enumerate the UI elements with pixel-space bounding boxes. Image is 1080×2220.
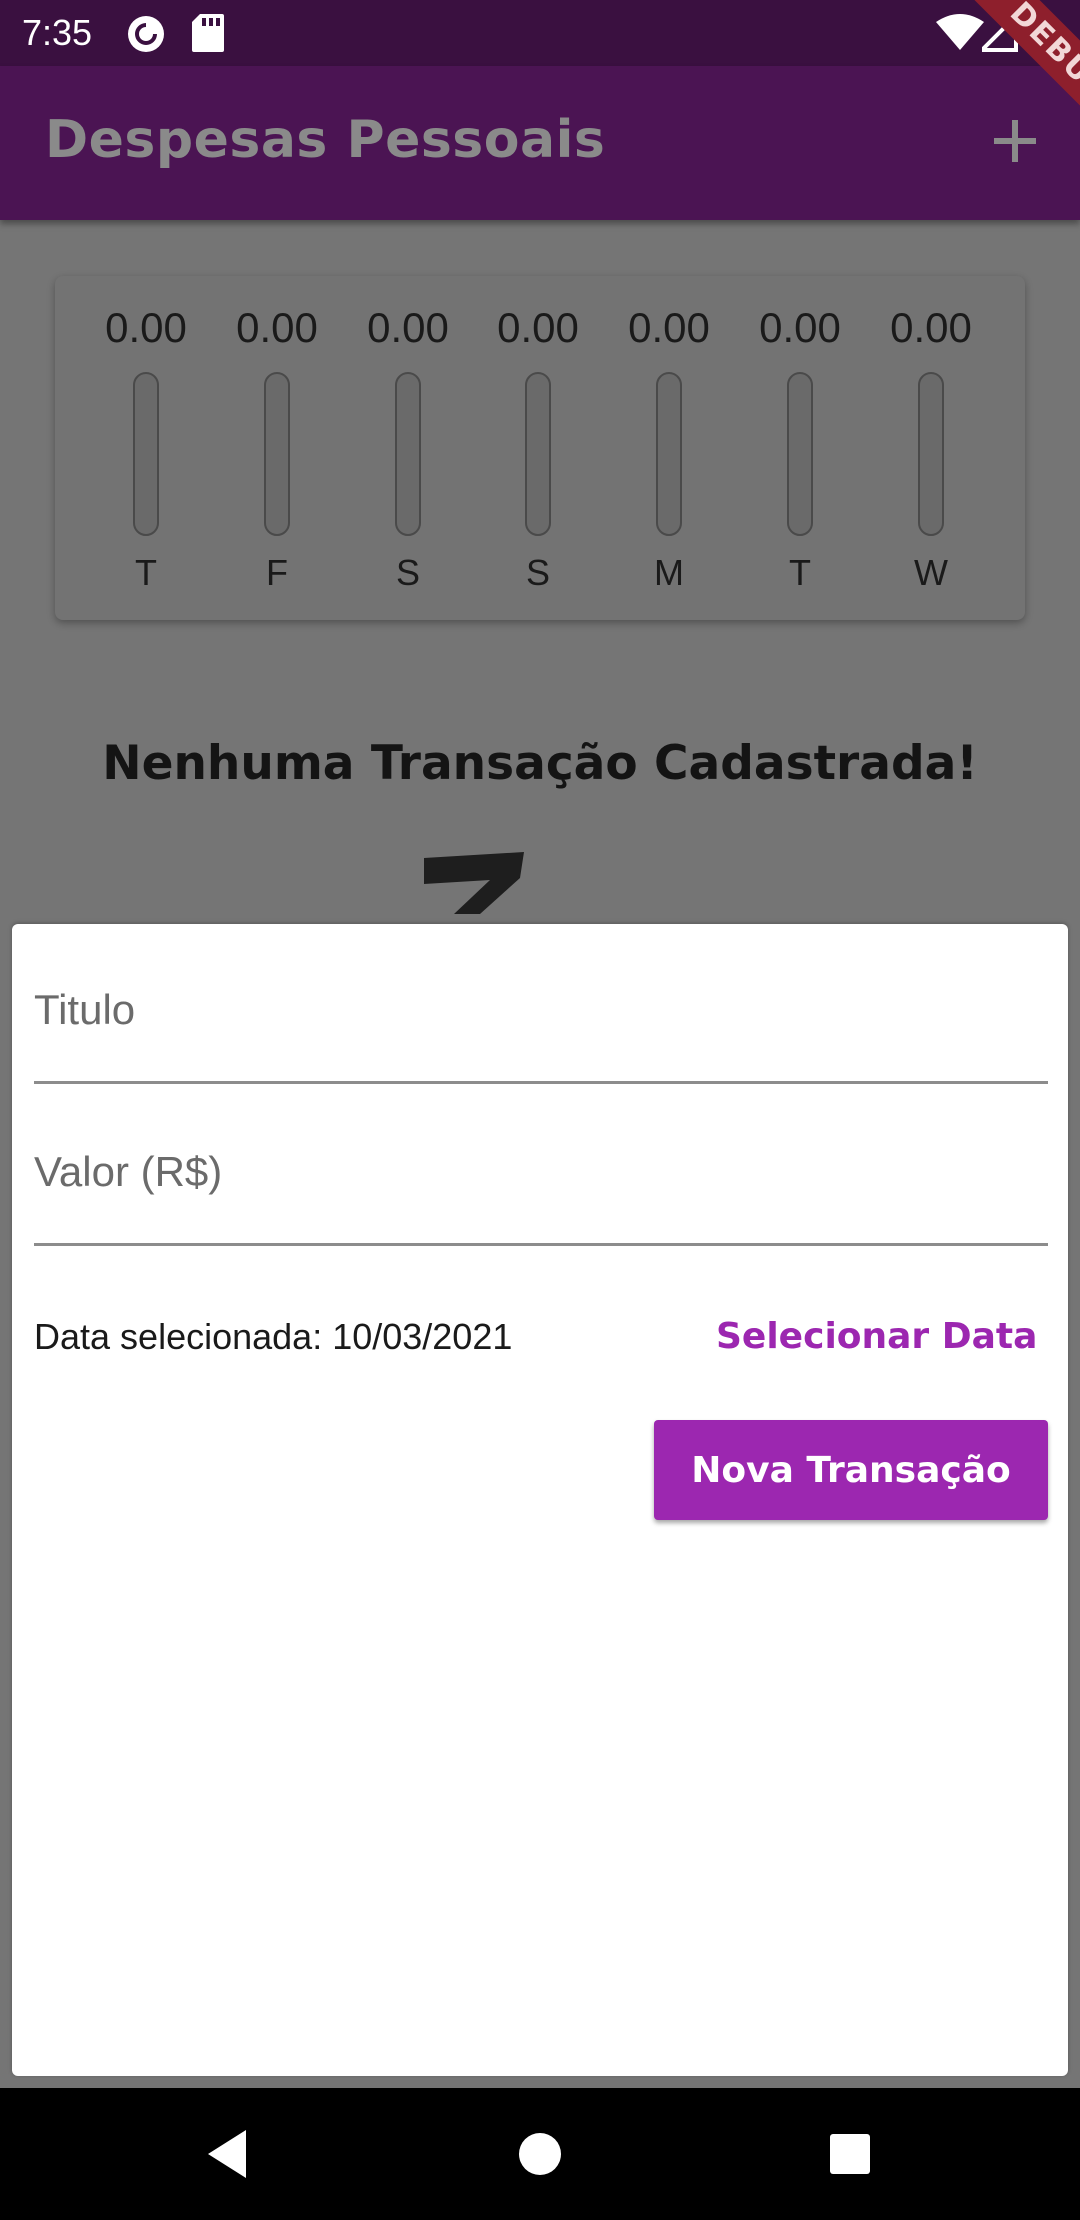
bar-value-label: 0.00: [497, 304, 579, 351]
empty-state-message: Nenhuma Transação Cadastrada!: [102, 736, 978, 791]
chart-bar-0: 0.00 T: [86, 276, 206, 620]
empty-state-image: [420, 848, 530, 914]
select-date-button[interactable]: Selecionar Data: [692, 1304, 1042, 1368]
bar-track: [656, 372, 682, 536]
bar-day-label: S: [525, 552, 550, 593]
bar-value-label: 0.00: [105, 304, 187, 351]
back-icon[interactable]: [198, 2122, 262, 2186]
sd-card-icon: [192, 14, 224, 52]
bar-track: [787, 372, 813, 536]
status-time: 7:35: [22, 12, 93, 53]
new-transaction-sheet: Data selecionada: 10/03/2021 Selecionar …: [12, 924, 1068, 2076]
status-bar: 7:35: [0, 0, 1080, 66]
chart-bar-4: 0.00 M: [609, 276, 729, 620]
chart-bar-1: 0.00 F: [217, 276, 337, 620]
bar-track: [525, 372, 551, 536]
app-bar: Despesas Pessoais: [0, 66, 1080, 220]
pocket-casts-icon: [128, 16, 164, 52]
value-input[interactable]: [34, 1148, 1048, 1196]
add-icon[interactable]: [980, 106, 1050, 176]
home-icon[interactable]: [508, 2122, 572, 2186]
recents-icon[interactable]: [818, 2122, 882, 2186]
system-nav-bar: [0, 2088, 1080, 2220]
bar-track: [395, 372, 421, 536]
bar-track: [264, 372, 290, 536]
chart-bar-5: 0.00 T: [740, 276, 860, 620]
wifi-icon: [936, 14, 984, 50]
bar-day-label: S: [395, 552, 420, 593]
value-field: [34, 1086, 1048, 1246]
chart-bar-2: 0.00 S: [348, 276, 468, 620]
bar-value-label: 0.00: [759, 304, 841, 351]
new-transaction-button[interactable]: Nova Transação: [654, 1420, 1048, 1520]
chart-bar-6: 0.00 W: [871, 276, 991, 620]
title-field: [34, 924, 1048, 1084]
bar-value-label: 0.00: [236, 304, 318, 351]
bar-day-label: T: [789, 552, 811, 593]
chart-bar-3: 0.00 S: [478, 276, 598, 620]
bar-value-label: 0.00: [890, 304, 972, 351]
bar-day-label: T: [135, 552, 157, 593]
bar-track: [133, 372, 159, 536]
weekly-chart: 0.00 T 0.00 F 0.00 S 0.00 S 0.00 M 0.00 …: [55, 276, 1025, 620]
bar-day-label: W: [914, 552, 948, 593]
bar-day-label: F: [266, 552, 288, 593]
title-input[interactable]: [34, 986, 1048, 1034]
bar-value-label: 0.00: [628, 304, 710, 351]
bar-track: [918, 372, 944, 536]
selected-date-label: Data selecionada: 10/03/2021: [34, 1316, 513, 1357]
bar-value-label: 0.00: [367, 304, 449, 351]
page-title: Despesas Pessoais: [45, 110, 606, 170]
bar-day-label: M: [654, 552, 684, 593]
